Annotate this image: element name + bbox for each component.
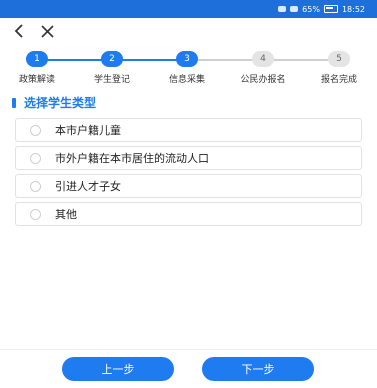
step-3: 3 信息采集: [157, 48, 217, 85]
option-label: 本市户籍儿童: [55, 124, 121, 137]
option-label: 引进人才子女: [55, 180, 121, 193]
status-icons: 65% 18:52: [278, 5, 365, 14]
step-5: 5 报名完成: [309, 48, 369, 85]
step-label: 公民办报名: [240, 75, 286, 85]
step-number: 2: [101, 51, 123, 67]
section-title: 选择学生类型: [24, 96, 97, 110]
step-4: 4 公民办报名: [233, 48, 293, 85]
prev-step-button[interactable]: 上一步: [62, 357, 174, 381]
radio-button[interactable]: [30, 152, 41, 164]
step-label: 报名完成: [320, 75, 357, 85]
wifi-icon: [290, 6, 299, 12]
next-step-button[interactable]: 下一步: [202, 357, 314, 381]
back-chevron-icon[interactable]: [8, 20, 30, 42]
step-number: 3: [176, 51, 198, 67]
step-number: 5: [328, 51, 350, 67]
status-bar: 65% 18:52: [0, 0, 377, 18]
step-label: 信息采集: [168, 75, 205, 85]
option-other[interactable]: 其他: [15, 202, 362, 226]
battery-icon: [323, 5, 338, 13]
signal-icon: [278, 6, 287, 12]
step-label: 政策解读: [18, 75, 55, 85]
student-type-options: 本市户籍儿童 市外户籍在本市居住的流动人口 引进人才子女 其他: [15, 118, 362, 230]
option-migrant-resident[interactable]: 市外户籍在本市居住的流动人口: [15, 146, 362, 170]
step-number: 1: [26, 51, 48, 67]
title-marker: [12, 97, 16, 108]
option-label: 其他: [55, 208, 77, 221]
step-2: 2 学生登记: [82, 48, 142, 85]
status-time: 18:52: [341, 4, 365, 14]
battery-percent: 65%: [302, 4, 320, 14]
option-talent-child[interactable]: 引进人才子女: [15, 174, 362, 198]
section-header: 选择学生类型: [12, 94, 96, 111]
step-label: 学生登记: [93, 75, 130, 85]
step-1: 1 政策解读: [7, 48, 67, 85]
option-local-child[interactable]: 本市户籍儿童: [15, 118, 362, 142]
radio-button[interactable]: [30, 124, 41, 136]
bottom-bar: 上一步 下一步: [0, 349, 377, 388]
nav-bar: [0, 18, 377, 44]
close-icon[interactable]: [36, 20, 58, 42]
radio-button[interactable]: [30, 180, 41, 192]
radio-button[interactable]: [30, 208, 41, 220]
option-label: 市外户籍在本市居住的流动人口: [55, 152, 209, 165]
step-number: 4: [252, 51, 274, 67]
step-progress: 1 政策解读 2 学生登记 3 信息采集 4 公民办报名 5 报名完成: [0, 48, 377, 85]
